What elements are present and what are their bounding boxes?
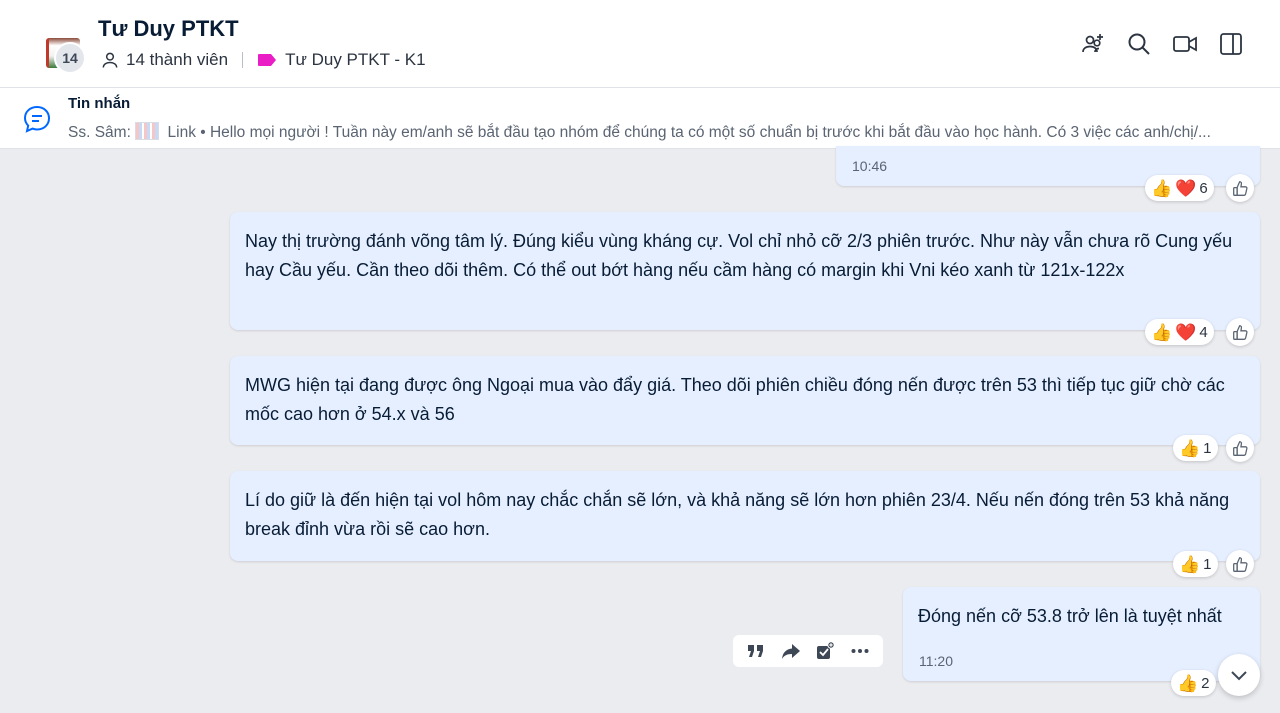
reaction-summary[interactable]: 👍 1 bbox=[1173, 551, 1218, 577]
like-emoji: 👍 bbox=[1179, 438, 1201, 458]
pinned-text: Link • Hello mọi người ! Tuần này em/anh… bbox=[163, 124, 1211, 141]
add-task-icon bbox=[817, 641, 835, 659]
conversation-meta: 14 thành viên Tư Duy PTKT - K1 bbox=[100, 50, 426, 70]
message-text: MWG hiện tại đang được ông Ngoại mua vào… bbox=[245, 375, 1225, 424]
reaction-count: 6 bbox=[1199, 179, 1208, 197]
pinned-title: Tin nhắn bbox=[68, 95, 131, 112]
thumbs-up-icon bbox=[1232, 180, 1248, 196]
pinned-sender: Ss. Sâm: bbox=[68, 124, 131, 141]
sidebar-toggle-button[interactable] bbox=[1208, 28, 1254, 60]
more-icon bbox=[851, 649, 869, 653]
thumbs-up-icon bbox=[1232, 324, 1248, 340]
video-call-button[interactable] bbox=[1162, 28, 1208, 60]
message-bubble[interactable]: Lí do giữ là đến hiện tại vol hôm nay ch… bbox=[230, 471, 1260, 561]
scroll-to-bottom-button[interactable] bbox=[1218, 654, 1260, 696]
message-text: Lí do giữ là đến hiện tại vol hôm nay ch… bbox=[245, 490, 1230, 539]
pinned-preview: Ss. Sâm: Link • Hello mọi người ! Tuần n… bbox=[68, 122, 1258, 142]
reaction-count: 1 bbox=[1203, 555, 1212, 573]
message-bubble[interactable]: Nay thị trường đánh võng tâm lý. Đúng ki… bbox=[230, 212, 1260, 330]
heart-emoji: ❤️ bbox=[1175, 178, 1197, 198]
chat-header: 14 Tư Duy PTKT 14 thành viên Tư Duy PTKT… bbox=[0, 0, 1280, 88]
react-button[interactable] bbox=[1226, 318, 1254, 346]
message-text: Nay thị trường đánh võng tâm lý. Đúng ki… bbox=[245, 231, 1233, 280]
reaction-count: 2 bbox=[1201, 674, 1210, 692]
like-emoji: 👍 bbox=[1151, 178, 1173, 198]
tag-label[interactable]: Tư Duy PTKT - K1 bbox=[285, 50, 425, 70]
message-bubble[interactable]: Đóng nến cỡ 53.8 trở lên là tuyệt nhất 1… bbox=[903, 587, 1260, 681]
thumbs-up-icon bbox=[1232, 440, 1248, 456]
pinned-message-bar[interactable]: Tin nhắn Ss. Sâm: Link • Hello mọi người… bbox=[0, 88, 1280, 149]
pinned-thumbnail bbox=[135, 122, 160, 140]
react-button[interactable] bbox=[1226, 174, 1254, 202]
quote-button[interactable] bbox=[741, 637, 771, 665]
react-button[interactable] bbox=[1226, 434, 1254, 462]
quote-icon bbox=[748, 645, 764, 657]
sidebar-toggle-icon bbox=[1220, 33, 1242, 55]
thumbs-up-icon bbox=[1232, 556, 1248, 572]
like-emoji: 👍 bbox=[1177, 673, 1199, 693]
reaction-summary[interactable]: 👍 2 bbox=[1171, 670, 1216, 696]
search-icon bbox=[1128, 33, 1150, 55]
message-actions bbox=[733, 635, 883, 667]
forward-icon bbox=[781, 644, 800, 659]
reaction-summary[interactable]: 👍 ❤️ 4 bbox=[1145, 319, 1214, 345]
reaction-summary[interactable]: 👍 1 bbox=[1173, 435, 1218, 461]
divider bbox=[242, 52, 244, 68]
reaction-count: 4 bbox=[1199, 323, 1208, 341]
member-icon bbox=[102, 52, 118, 68]
reaction-count: 1 bbox=[1203, 439, 1212, 457]
conversation-title[interactable]: Tư Duy PTKT bbox=[98, 16, 239, 42]
react-button[interactable] bbox=[1226, 550, 1254, 578]
message-time: 10:46 bbox=[852, 158, 888, 174]
group-avatar[interactable]: 14 bbox=[42, 34, 86, 74]
chevron-down-icon bbox=[1231, 671, 1247, 681]
search-button[interactable] bbox=[1116, 28, 1162, 60]
message-time: 11:20 bbox=[919, 653, 953, 669]
add-member-button[interactable] bbox=[1070, 28, 1116, 60]
header-actions bbox=[1070, 28, 1254, 60]
message-bubble[interactable]: MWG hiện tại đang được ông Ngoại mua vào… bbox=[230, 356, 1260, 445]
add-task-button[interactable] bbox=[810, 637, 840, 665]
message-icon bbox=[23, 105, 51, 133]
more-button[interactable] bbox=[845, 637, 875, 665]
members-link[interactable]: 14 thành viên bbox=[126, 50, 228, 70]
tag-icon bbox=[258, 54, 277, 66]
add-member-icon bbox=[1082, 34, 1103, 53]
member-count-badge: 14 bbox=[54, 42, 86, 74]
like-emoji: 👍 bbox=[1179, 554, 1201, 574]
heart-emoji: ❤️ bbox=[1175, 322, 1197, 342]
reaction-summary[interactable]: 👍 ❤️ 6 bbox=[1145, 175, 1214, 201]
video-call-icon bbox=[1173, 36, 1197, 52]
message-text: Đóng nến cỡ 53.8 trở lên là tuyệt nhất bbox=[918, 606, 1222, 626]
forward-button[interactable] bbox=[776, 637, 806, 665]
like-emoji: 👍 bbox=[1151, 322, 1173, 342]
